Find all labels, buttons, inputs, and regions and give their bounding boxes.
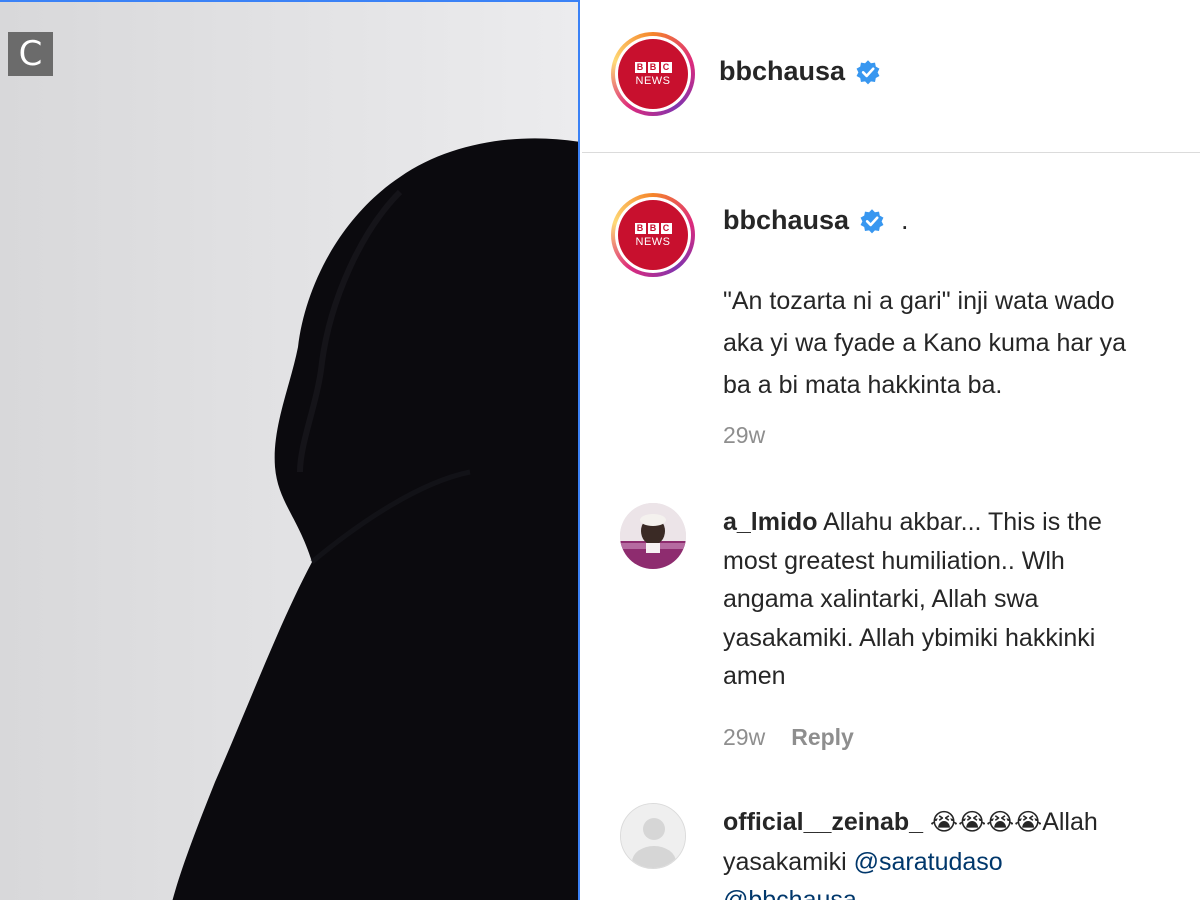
comment-meta: 29w Reply	[723, 724, 854, 751]
caption-username-row: bbchausa .	[723, 205, 909, 236]
caption-dot: .	[901, 205, 909, 235]
caption-line: aka yi wa fyade a Kano kuma har ya	[723, 329, 1127, 357]
post-header: B B C NEWS bbchausa	[582, 0, 1200, 153]
comment-line: official__zeinab_ 😭😭😭😭Allah	[723, 808, 1098, 836]
caption-text: "An tozarta ni a gari" inji wata wado ak…	[723, 280, 1200, 406]
post-side-panel: B B C NEWS bbchausa B B C NEWS bbchausa …	[582, 0, 1200, 900]
mention-link[interactable]: @bbchausa	[723, 886, 857, 900]
comment-line: @bbchausa	[723, 881, 1200, 900]
caption-line: ba a bi mata hakkinta ba.	[723, 371, 1003, 399]
commenter-avatar[interactable]	[620, 503, 686, 569]
comment-username[interactable]: a_lmido	[723, 508, 817, 536]
post-photo[interactable]: C	[0, 0, 580, 900]
person-photo-icon	[620, 503, 686, 569]
default-user-icon	[621, 804, 685, 868]
header-username-row: bbchausa	[719, 56, 881, 87]
comment-line: a_lmido Allahu akbar... This is the	[723, 508, 1102, 536]
hijab-figure-silhouette	[0, 2, 578, 900]
mention-link[interactable]: @saratudaso	[854, 848, 1003, 876]
caption-username[interactable]: bbchausa	[723, 205, 849, 236]
caption-avatar[interactable]: B B C NEWS	[611, 193, 695, 277]
reply-button[interactable]: Reply	[791, 724, 854, 751]
comment-line: amen	[723, 662, 786, 690]
verified-badge-icon	[860, 208, 884, 233]
c-badge-icon[interactable]: C	[8, 32, 53, 76]
comment-timestamp[interactable]: 29w	[723, 724, 765, 751]
comment-line: most greatest humiliation.. Wlh	[723, 546, 1065, 575]
comment: a_lmido Allahu akbar... This is the most…	[723, 503, 1200, 696]
bbc-news-logo: B B C NEWS	[618, 200, 688, 270]
caption-timestamp[interactable]: 29w	[723, 422, 765, 449]
comment: official__zeinab_ 😭😭😭😭Allah yasakamiki @…	[723, 803, 1200, 900]
comment-line: angama xalintarki, Allah swa	[723, 585, 1039, 613]
comment-line: yasakamiki. Allah ybimiki hakkinki	[723, 623, 1096, 652]
caption-meta: 29w	[723, 422, 765, 449]
comment-username[interactable]: official__zeinab_	[723, 808, 923, 836]
bbc-news-logo: B B C NEWS	[618, 39, 688, 109]
profile-avatar[interactable]: B B C NEWS	[611, 32, 695, 116]
comment-line: yasakamiki @saratudaso	[723, 847, 1003, 876]
header-username[interactable]: bbchausa	[719, 56, 845, 87]
commenter-avatar-default[interactable]	[620, 803, 686, 869]
verified-badge-icon	[856, 59, 880, 84]
crying-emoji-icon: 😭😭😭😭	[930, 809, 1043, 836]
caption-line: "An tozarta ni a gari" inji wata wado	[723, 287, 1115, 315]
